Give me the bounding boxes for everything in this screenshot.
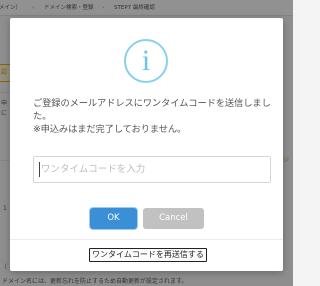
cancel-button[interactable]: Cancel — [143, 208, 204, 229]
ok-button[interactable]: OK — [90, 208, 137, 229]
dialog-divider — [10, 239, 283, 240]
info-icon: i — [124, 39, 168, 83]
message-line: た。 — [33, 111, 52, 122]
one-time-code-input[interactable] — [33, 156, 271, 183]
dialog-message: ご登録のメールアドレスにワンタイムコードを送信しまし た。 ※申込みはまだ完了し… — [33, 97, 279, 136]
text-caret — [39, 162, 40, 177]
otp-dialog: i ご登録のメールアドレスにワンタイムコードを送信しまし た。 ※申込みはまだ完… — [10, 18, 283, 271]
message-line: ※申込みはまだ完了しておりません。 — [33, 124, 187, 135]
resend-code-button[interactable]: ワンタイムコードを再送信する — [89, 248, 207, 262]
message-line: ご登録のメールアドレスにワンタイムコードを送信しまし — [33, 98, 271, 109]
info-glyph: i — [141, 44, 151, 77]
